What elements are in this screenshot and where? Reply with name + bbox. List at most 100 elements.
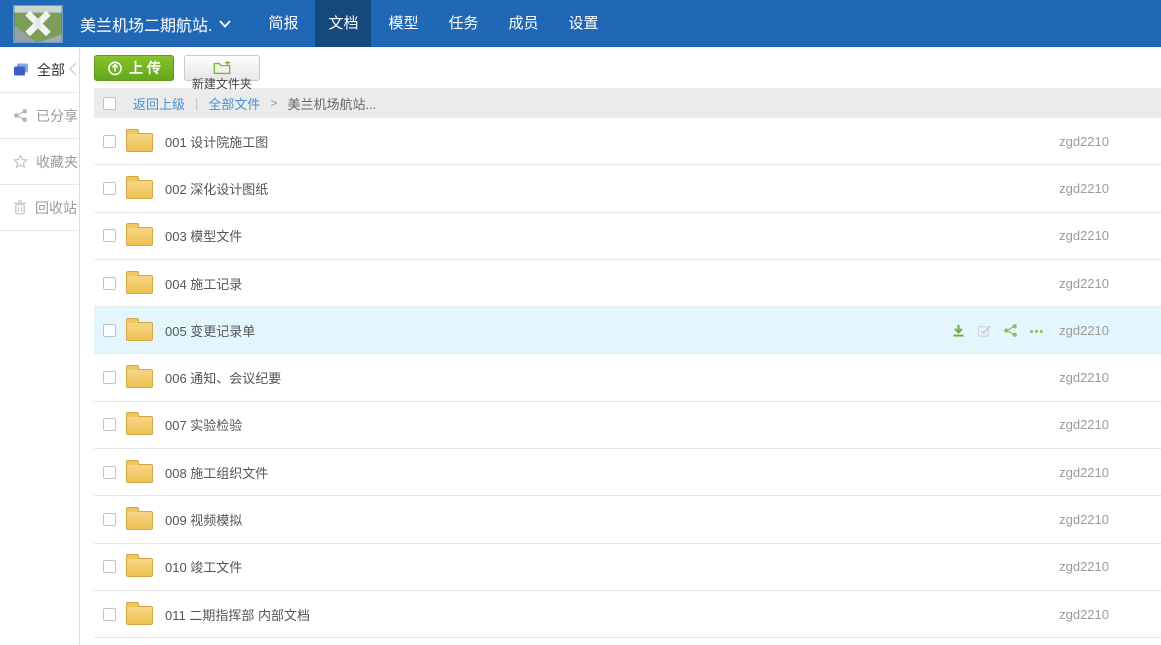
sidebar-item-label: 已分享 xyxy=(36,106,78,126)
nav-tabs: 简报 文档 模型 任务 成员 设置 xyxy=(253,0,613,47)
collection-icon xyxy=(13,63,29,77)
project-title[interactable]: 美兰机场二期航站. xyxy=(80,12,231,36)
sidebar-item-recycle[interactable]: 回收站 xyxy=(0,185,79,231)
share-icon xyxy=(13,108,28,123)
file-list: 001 设计院施工图 zgd2210 002 深化设计图纸 zgd2210 00… xyxy=(94,118,1161,638)
share-icon[interactable] xyxy=(1003,323,1018,338)
folder-icon xyxy=(126,558,153,577)
breadcrumb-separator-icon: > xyxy=(270,96,277,110)
table-row[interactable]: 004 施工记录 zgd2210 xyxy=(94,260,1161,307)
project-title-label: 美兰机场二期航站. xyxy=(80,12,212,36)
table-row[interactable]: 008 施工组织文件 zgd2210 xyxy=(94,449,1161,496)
tab-briefing[interactable]: 简报 xyxy=(255,0,311,47)
folder-icon xyxy=(126,416,153,435)
cloud-upload-icon xyxy=(107,60,123,76)
table-row[interactable]: 003 模型文件 zgd2210 xyxy=(94,213,1161,260)
table-row[interactable]: 001 设计院施工图 zgd2210 xyxy=(94,118,1161,165)
row-owner: zgd2210 xyxy=(1059,559,1109,574)
breadcrumb-divider: | xyxy=(195,96,198,111)
row-owner: zgd2210 xyxy=(1059,228,1109,243)
table-row[interactable]: 007 实验检验 zgd2210 xyxy=(94,402,1161,449)
sidebar-item-shared[interactable]: 已分享 xyxy=(0,93,79,139)
row-checkbox[interactable] xyxy=(103,135,116,148)
all-files-link[interactable]: 全部文件 xyxy=(208,94,260,113)
download-icon[interactable] xyxy=(951,323,966,338)
trash-icon xyxy=(13,200,27,215)
back-to-parent-link[interactable]: 返回上级 xyxy=(133,94,185,113)
row-name: 004 施工记录 xyxy=(165,274,1059,293)
new-folder-button[interactable]: 新建文件夹 xyxy=(184,55,260,91)
chevron-down-icon xyxy=(219,20,231,28)
row-owner: zgd2210 xyxy=(1059,512,1109,527)
row-owner: zgd2210 xyxy=(1059,465,1109,480)
select-all-checkbox[interactable] xyxy=(103,97,116,110)
content-area: 上 传 新建文件夹 返回上级 | 全部文件 > 美兰机场航站... xyxy=(80,47,1161,645)
row-name: 009 视频模拟 xyxy=(165,510,1059,529)
row-name: 008 施工组织文件 xyxy=(165,463,1059,482)
upload-button-label: 上 传 xyxy=(129,58,161,78)
row-checkbox[interactable] xyxy=(103,513,116,526)
row-name: 001 设计院施工图 xyxy=(165,132,1059,151)
tab-settings[interactable]: 设置 xyxy=(556,0,612,47)
breadcrumb: 返回上级 | 全部文件 > 美兰机场航站... xyxy=(94,88,1161,118)
row-owner: zgd2210 xyxy=(1059,607,1109,622)
chevron-left-icon xyxy=(69,62,77,76)
toolbar: 上 传 新建文件夹 xyxy=(94,47,1161,88)
sidebar-item-favorites[interactable]: 收藏夹 xyxy=(0,139,79,185)
row-name: 007 实验检验 xyxy=(165,415,1059,434)
check-square-icon[interactable] xyxy=(977,323,992,338)
folder-icon xyxy=(126,275,153,294)
sidebar-item-all[interactable]: 全部 xyxy=(0,47,79,93)
table-row[interactable]: 010 竣工文件 zgd2210 xyxy=(94,544,1161,591)
folder-icon xyxy=(126,369,153,388)
row-name: 010 竣工文件 xyxy=(165,557,1059,576)
top-navbar: 美兰机场二期航站. 简报 文档 模型 任务 成员 设置 xyxy=(0,0,1161,47)
row-owner: zgd2210 xyxy=(1059,417,1109,432)
row-actions xyxy=(951,323,1044,338)
row-checkbox[interactable] xyxy=(103,608,116,621)
row-checkbox[interactable] xyxy=(103,560,116,573)
row-owner: zgd2210 xyxy=(1059,370,1109,385)
table-row[interactable]: 009 视频模拟 zgd2210 xyxy=(94,496,1161,543)
row-checkbox[interactable] xyxy=(103,324,116,337)
table-row[interactable]: 006 通知、会议纪要 zgd2210 xyxy=(94,354,1161,401)
tab-models[interactable]: 模型 xyxy=(375,0,431,47)
more-icon[interactable] xyxy=(1029,323,1044,338)
upload-button[interactable]: 上 传 xyxy=(94,55,174,81)
sidebar-item-label: 回收站 xyxy=(35,198,77,218)
table-row[interactable]: 005 变更记录单 xyxy=(94,307,1161,354)
folder-icon xyxy=(126,464,153,483)
row-owner: zgd2210 xyxy=(1059,276,1109,291)
breadcrumb-current: 美兰机场航站... xyxy=(287,94,376,113)
folder-icon xyxy=(126,180,153,199)
folder-plus-icon xyxy=(213,61,231,76)
row-owner: zgd2210 xyxy=(1059,134,1109,149)
row-name: 005 变更记录单 xyxy=(165,321,951,340)
tab-members[interactable]: 成员 xyxy=(496,0,552,47)
folder-icon xyxy=(126,322,153,341)
row-owner: zgd2210 xyxy=(1059,181,1109,196)
sidebar: 全部 已分享 收藏夹 xyxy=(0,47,80,645)
folder-icon xyxy=(126,511,153,530)
new-folder-label: 新建文件夹 xyxy=(184,78,260,91)
project-thumbnail[interactable] xyxy=(13,5,63,43)
row-name: 002 深化设计图纸 xyxy=(165,179,1059,198)
sidebar-item-label: 收藏夹 xyxy=(36,152,78,172)
row-checkbox[interactable] xyxy=(103,277,116,290)
row-checkbox[interactable] xyxy=(103,418,116,431)
tab-tasks[interactable]: 任务 xyxy=(436,0,492,47)
airport-photo xyxy=(14,6,62,42)
row-checkbox[interactable] xyxy=(103,229,116,242)
row-owner: zgd2210 xyxy=(1059,323,1109,338)
tab-documents[interactable]: 文档 xyxy=(315,0,371,47)
row-checkbox[interactable] xyxy=(103,371,116,384)
row-checkbox[interactable] xyxy=(103,466,116,479)
folder-icon xyxy=(126,227,153,246)
row-name: 006 通知、会议纪要 xyxy=(165,368,1059,387)
table-row[interactable]: 002 深化设计图纸 zgd2210 xyxy=(94,165,1161,212)
row-checkbox[interactable] xyxy=(103,182,116,195)
table-row[interactable]: 011 二期指挥部 内部文档 zgd2210 xyxy=(94,591,1161,638)
folder-icon xyxy=(126,133,153,152)
star-icon xyxy=(13,154,28,169)
main-area: 全部 已分享 收藏夹 xyxy=(0,47,1161,645)
